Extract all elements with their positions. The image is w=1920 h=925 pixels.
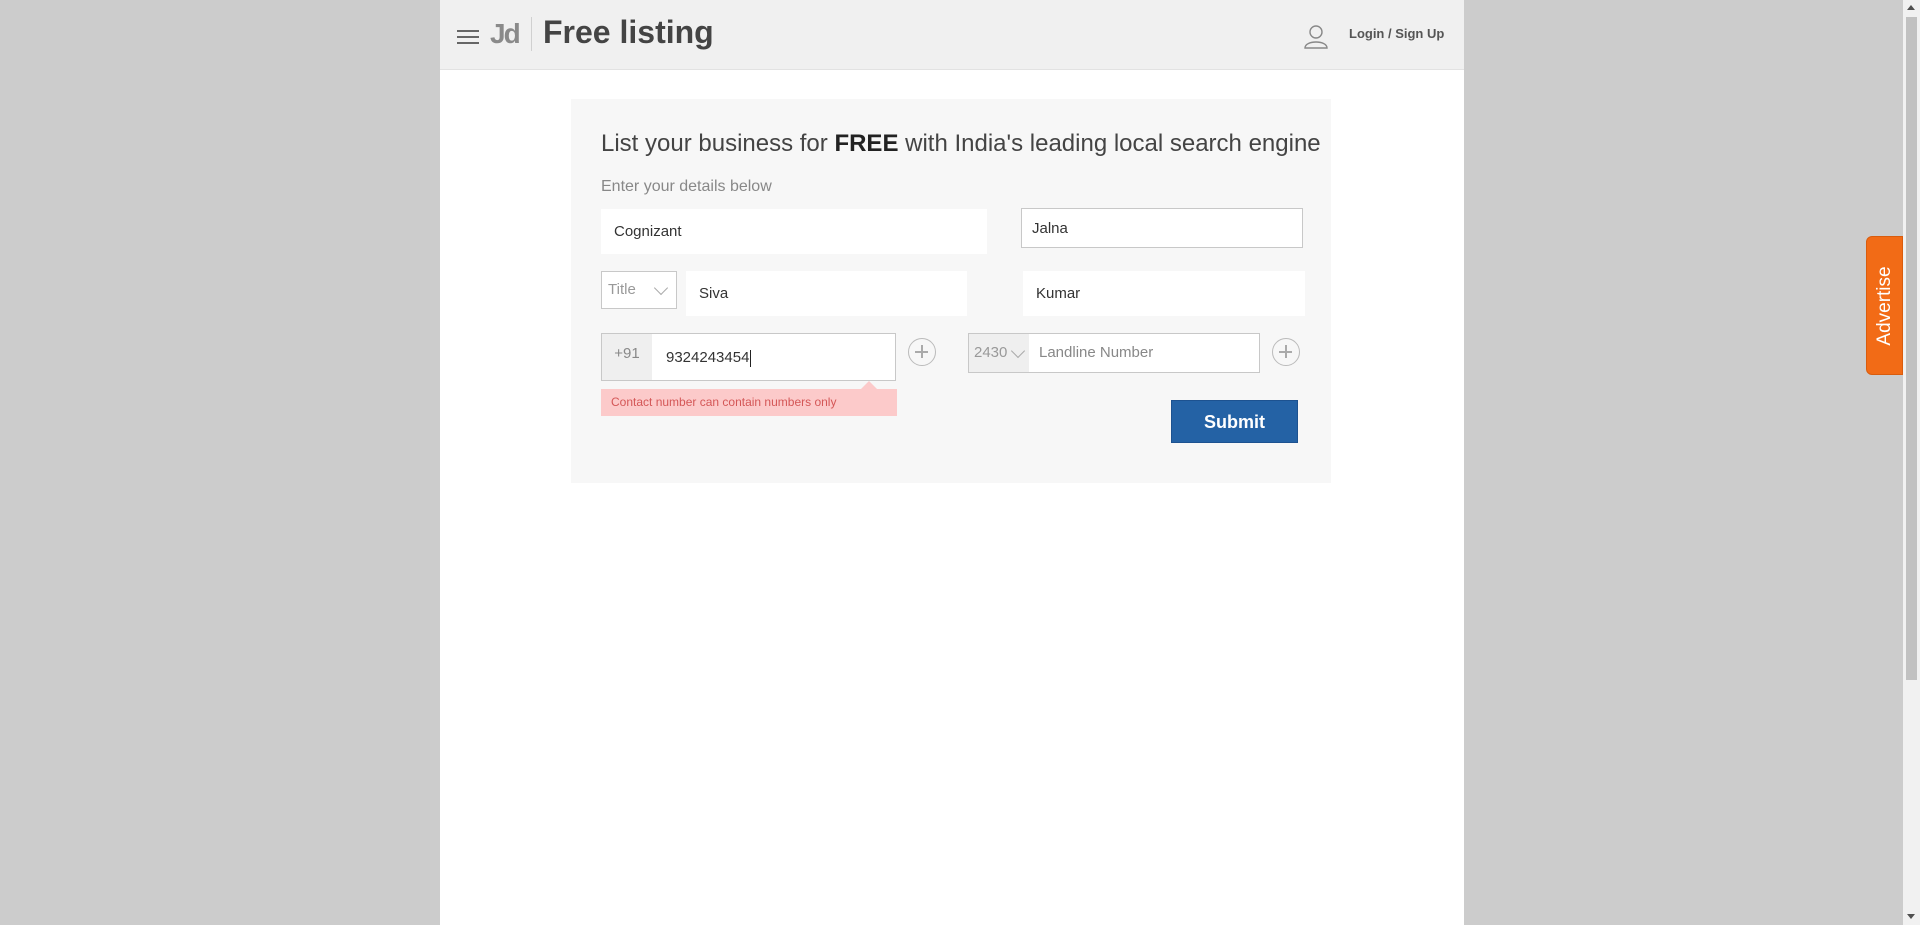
headline-text-bold: FREE bbox=[834, 130, 899, 157]
title-select[interactable]: Title bbox=[601, 271, 677, 309]
user-icon[interactable] bbox=[1303, 23, 1329, 49]
landline-field-group: 2430 Landline Number bbox=[968, 333, 1260, 373]
last-name-input[interactable]: Kumar bbox=[1023, 271, 1305, 316]
page-title: Free listing bbox=[543, 14, 714, 50]
advertise-label: Advertise bbox=[1873, 265, 1895, 346]
page: Jd Free listing Login / Sign Up List you… bbox=[440, 0, 1464, 925]
mobile-input-value: 9324243454 bbox=[666, 349, 750, 366]
country-code: +91 bbox=[602, 334, 652, 380]
form-subheading: Enter your details below bbox=[601, 178, 772, 195]
mobile-input[interactable]: 9324243454 bbox=[652, 334, 895, 380]
listing-form: List your business for FREE with India's… bbox=[571, 99, 1331, 483]
city-input[interactable]: Jalna bbox=[1021, 208, 1303, 248]
scroll-thumb[interactable] bbox=[1906, 17, 1917, 680]
mobile-field-group: +91 9324243454 bbox=[601, 333, 896, 381]
text-caret bbox=[750, 349, 752, 367]
scroll-down-arrow-icon[interactable] bbox=[1907, 914, 1915, 919]
logo[interactable]: Jd bbox=[490, 18, 521, 50]
header: Jd Free listing Login / Sign Up bbox=[440, 0, 1464, 70]
menu-icon[interactable] bbox=[457, 30, 479, 44]
headline-text-post: with India's leading local search engine bbox=[898, 130, 1321, 157]
scroll-up-arrow-icon[interactable] bbox=[1907, 5, 1915, 10]
std-code-select[interactable]: 2430 bbox=[969, 334, 1029, 372]
scrollbar[interactable] bbox=[1903, 0, 1920, 925]
mobile-error-message: Contact number can contain numbers only bbox=[601, 381, 897, 416]
std-code-value: 2430 bbox=[974, 344, 1008, 361]
form-headline: List your business for FREE with India's… bbox=[601, 130, 1321, 158]
add-mobile-plus-icon[interactable] bbox=[908, 338, 936, 366]
company-name-input[interactable]: Cognizant bbox=[601, 209, 987, 254]
login-signup-link[interactable]: Login / Sign Up bbox=[1349, 26, 1444, 41]
advertise-tab[interactable]: Advertise bbox=[1866, 236, 1903, 375]
submit-button[interactable]: Submit bbox=[1171, 400, 1298, 443]
first-name-input[interactable]: Siva bbox=[686, 271, 967, 316]
chevron-down-icon bbox=[653, 280, 669, 296]
chevron-down-icon bbox=[1010, 343, 1026, 359]
logo-divider bbox=[531, 17, 532, 51]
title-select-placeholder: Title bbox=[608, 281, 636, 298]
headline-text-pre: List your business for bbox=[601, 130, 835, 157]
add-landline-plus-icon[interactable] bbox=[1272, 338, 1300, 366]
landline-input[interactable]: Landline Number bbox=[1029, 334, 1259, 372]
